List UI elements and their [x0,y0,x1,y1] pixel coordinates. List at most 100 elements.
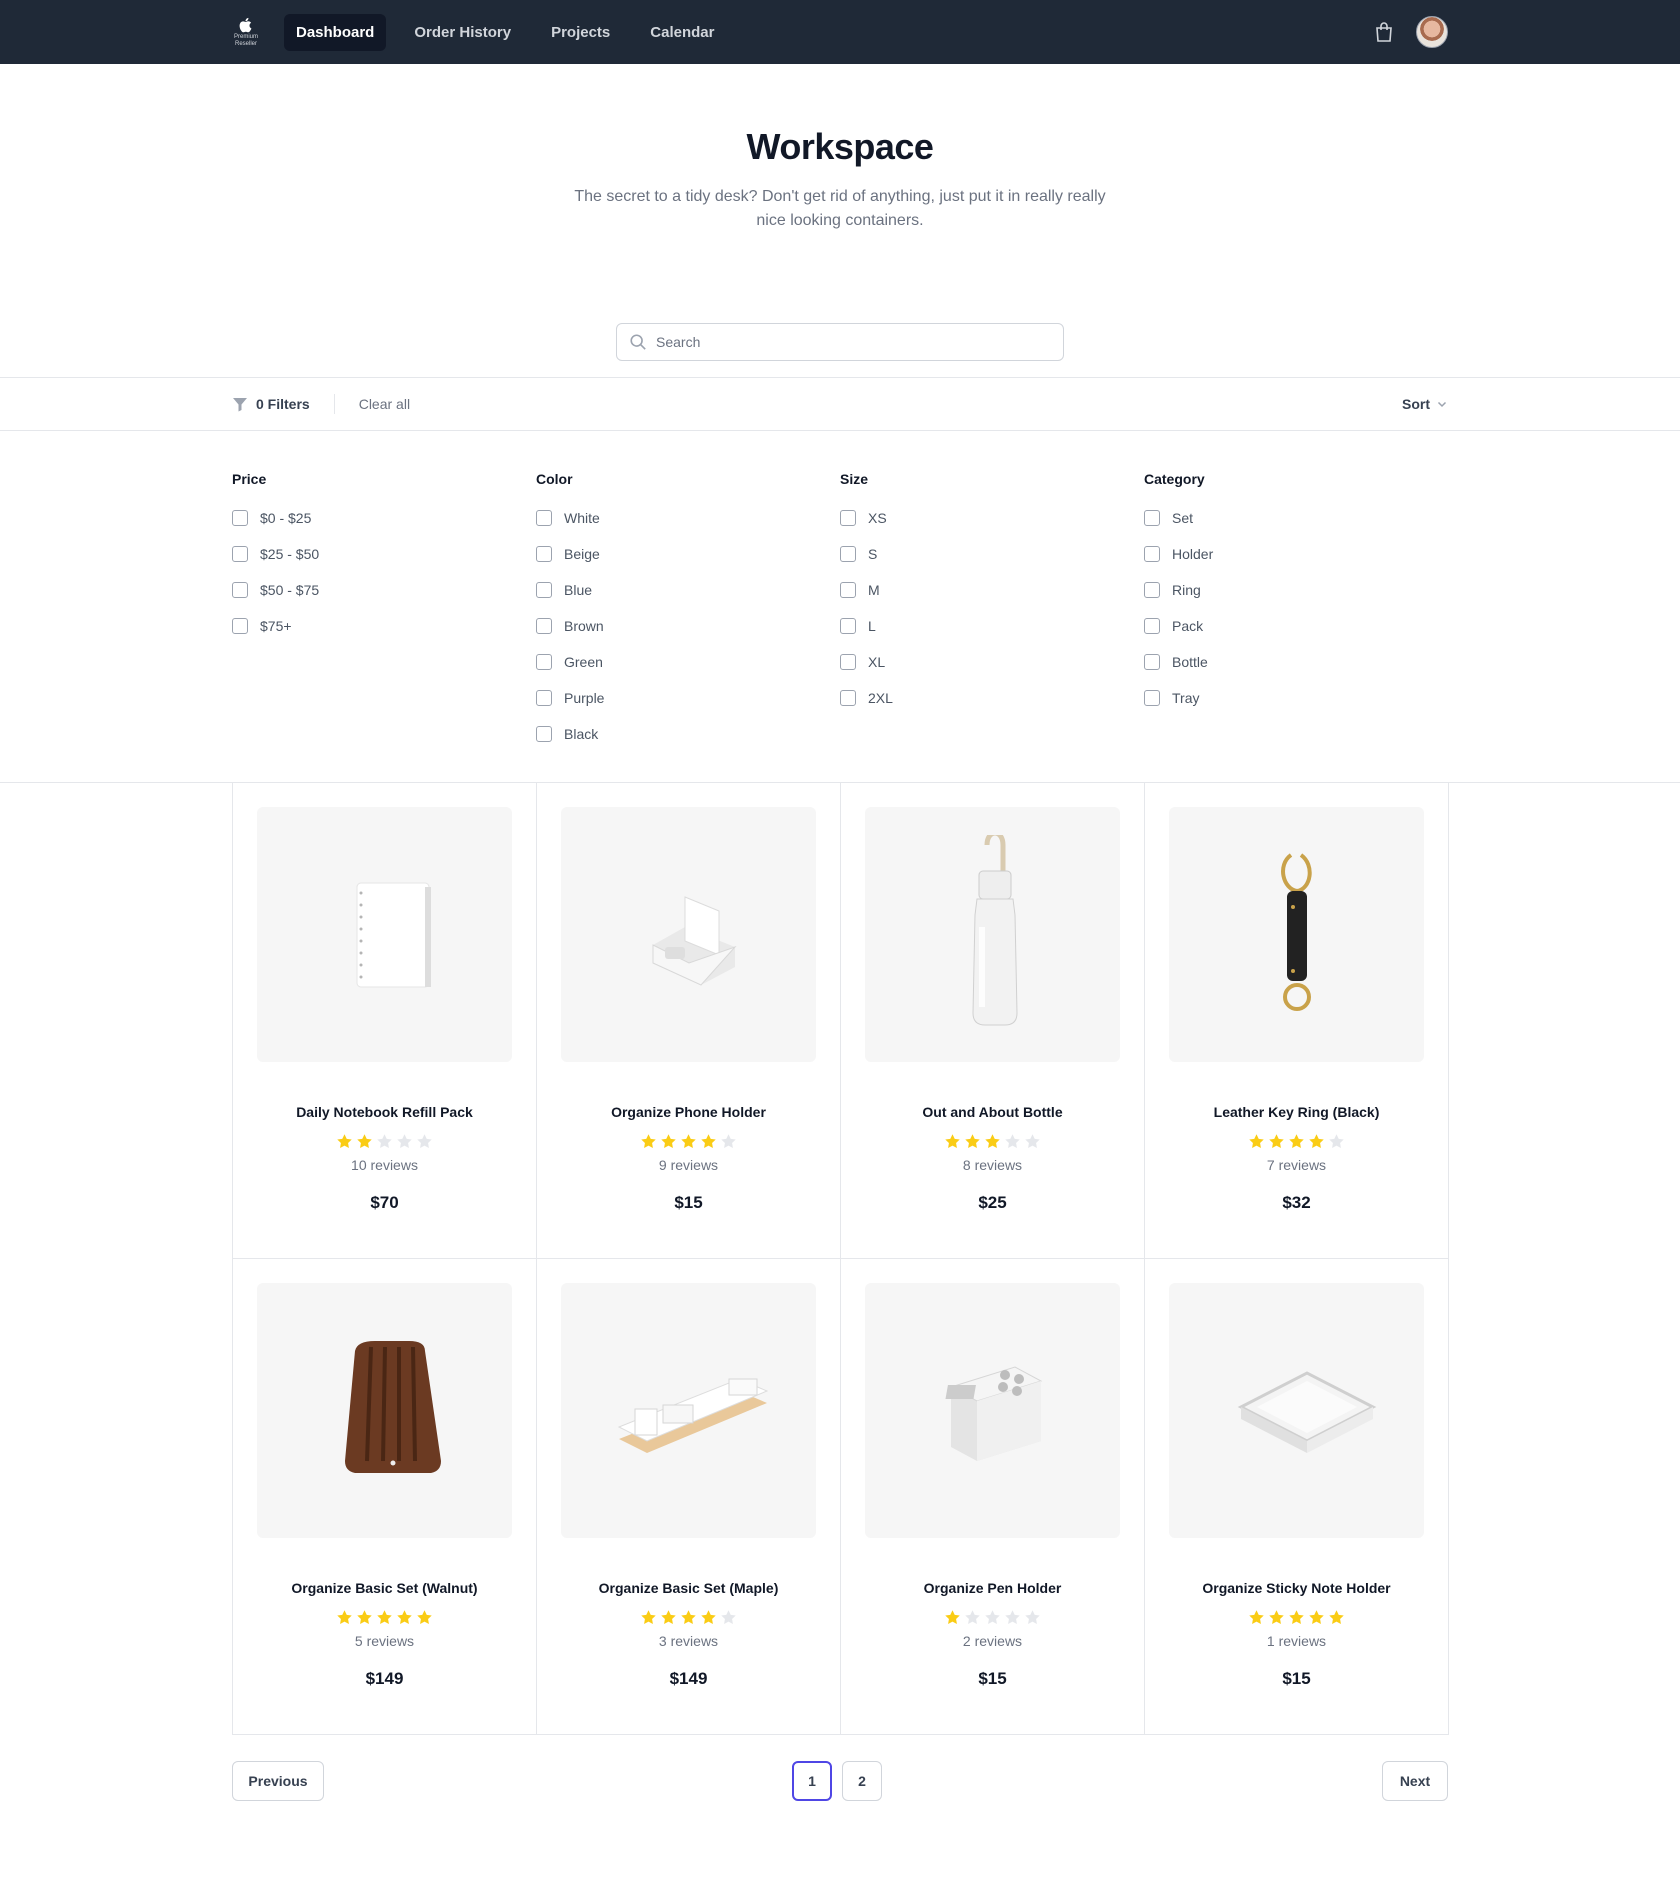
product-image[interactable] [865,807,1120,1062]
product-card[interactable]: Daily Notebook Refill Pack 10 reviews $70 [233,783,537,1259]
filter-option[interactable]: Bottle [1144,644,1448,680]
checkbox[interactable] [1144,510,1160,526]
checkbox[interactable] [1144,546,1160,562]
product-name[interactable]: Organize Basic Set (Walnut) [257,1580,512,1596]
star-icon [1309,1610,1324,1624]
filter-option[interactable]: Black [536,716,840,752]
checkbox[interactable] [1144,618,1160,634]
top-navbar: Premium Reseller Dashboard Order History… [0,0,1680,64]
search-input[interactable] [656,334,1036,350]
nav-link-calendar[interactable]: Calendar [638,14,726,51]
nav-link-projects[interactable]: Projects [539,14,622,51]
star-icon [1249,1134,1264,1148]
product-card[interactable]: Organize Pen Holder 2 reviews $15 [841,1259,1145,1735]
product-name[interactable]: Daily Notebook Refill Pack [257,1104,512,1120]
clear-all-button[interactable]: Clear all [359,396,410,412]
star-icon [945,1134,960,1148]
filter-option[interactable]: S [840,536,1144,572]
product-card[interactable]: Organize Basic Set (Maple) 3 reviews $149 [537,1259,841,1735]
filter-option[interactable]: Blue [536,572,840,608]
product-image[interactable] [561,807,816,1062]
product-name[interactable]: Organize Pen Holder [865,1580,1120,1596]
product-name[interactable]: Out and About Bottle [865,1104,1120,1120]
product-image[interactable] [257,1283,512,1538]
product-image[interactable] [865,1283,1120,1538]
product-card[interactable]: Organize Basic Set (Walnut) 5 reviews $149 [233,1259,537,1735]
brand-logo[interactable]: Premium Reseller [232,12,260,52]
checkbox[interactable] [232,546,248,562]
filter-option[interactable]: Set [1144,500,1448,536]
checkbox[interactable] [536,654,552,670]
previous-page-button[interactable]: Previous [232,1761,324,1801]
product-grid: Daily Notebook Refill Pack 10 reviews $70 O… [232,783,1449,1735]
checkbox[interactable] [536,690,552,706]
product-card[interactable]: Out and About Bottle 8 reviews $25 [841,783,1145,1259]
page-title: Workspace [746,126,934,167]
checkbox[interactable] [840,582,856,598]
star-icon [985,1610,1000,1624]
product-card[interactable]: Organize Sticky Note Holder 1 reviews $15 [1145,1259,1449,1735]
filter-option[interactable]: Beige [536,536,840,572]
checkbox[interactable] [536,618,552,634]
product-price: $70 [370,1193,399,1212]
filter-option-label: Set [1172,510,1194,526]
checkbox[interactable] [232,582,248,598]
product-card[interactable]: Leather Key Ring (Black) 7 reviews $32 [1145,783,1449,1259]
filter-option[interactable]: $0 - $25 [232,500,536,536]
shopping-bag-icon[interactable] [1372,20,1396,44]
nav-link-dashboard[interactable]: Dashboard [284,13,387,51]
checkbox[interactable] [536,726,552,742]
filter-option[interactable]: Ring [1144,572,1448,608]
checkbox[interactable] [840,690,856,706]
page-button-1[interactable]: 1 [792,1761,832,1801]
checkbox[interactable] [840,618,856,634]
checkbox[interactable] [536,510,552,526]
product-name[interactable]: Organize Basic Set (Maple) [561,1580,816,1596]
product-image[interactable] [561,1283,816,1538]
filter-option[interactable]: Brown [536,608,840,644]
checkbox[interactable] [840,510,856,526]
product-image[interactable] [257,807,512,1062]
checkbox[interactable] [536,546,552,562]
chevron-down-icon [1437,401,1447,408]
filter-option[interactable]: 2XL [840,680,1144,716]
filter-option[interactable]: Holder [1144,536,1448,572]
filter-option[interactable]: $50 - $75 [232,572,536,608]
filter-option[interactable]: Green [536,644,840,680]
checkbox[interactable] [536,582,552,598]
filter-option[interactable]: Pack [1144,608,1448,644]
sort-dropdown[interactable]: Sort [1402,396,1448,412]
checkbox[interactable] [1144,690,1160,706]
filters-toggle-button[interactable]: 0 Filters [232,394,335,414]
product-review-count: 3 reviews [658,1633,719,1649]
page-button-2[interactable]: 2 [842,1761,882,1801]
checkbox[interactable] [840,654,856,670]
product-name[interactable]: Organize Sticky Note Holder [1169,1580,1424,1596]
product-name[interactable]: Leather Key Ring (Black) [1169,1104,1424,1120]
checkbox[interactable] [840,546,856,562]
filter-option[interactable]: White [536,500,840,536]
product-image[interactable] [1169,807,1424,1062]
checkbox[interactable] [1144,582,1160,598]
filter-option[interactable]: Tray [1144,680,1448,716]
product-card[interactable]: Organize Phone Holder 9 reviews $15 [537,783,841,1259]
filter-option[interactable]: Purple [536,680,840,716]
checkbox[interactable] [232,618,248,634]
star-icon [965,1134,980,1148]
star-icon [1025,1134,1040,1148]
checkbox[interactable] [1144,654,1160,670]
filter-option[interactable]: M [840,572,1144,608]
filter-option[interactable]: $75+ [232,608,536,644]
filter-bar-inner: 0 Filters Clear all Sort [232,378,1448,430]
user-avatar[interactable] [1416,16,1448,48]
filter-option[interactable]: XL [840,644,1144,680]
filter-option[interactable]: $25 - $50 [232,536,536,572]
product-name[interactable]: Organize Phone Holder [561,1104,816,1120]
product-image[interactable] [1169,1283,1424,1538]
filter-option[interactable]: XS [840,500,1144,536]
nav-link-order-history[interactable]: Order History [402,14,523,51]
filter-option[interactable]: L [840,608,1144,644]
checkbox[interactable] [232,510,248,526]
search-box[interactable] [616,323,1064,361]
next-page-button[interactable]: Next [1382,1761,1448,1801]
